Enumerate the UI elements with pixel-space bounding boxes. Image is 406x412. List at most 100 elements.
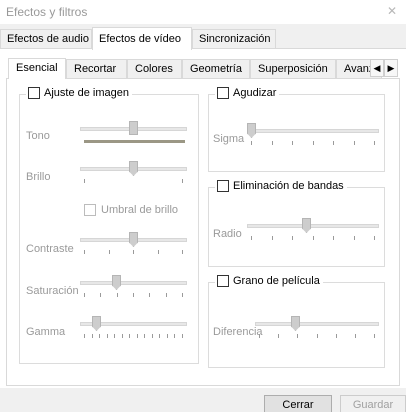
- slider-tick: [182, 179, 183, 183]
- saturation-slider-handle[interactable]: [112, 275, 121, 290]
- slider-tick: [374, 236, 375, 240]
- radius-label: Radio: [213, 228, 242, 240]
- slider-tick: [297, 334, 298, 338]
- slider-tick: [374, 334, 375, 338]
- slider-tick: [313, 236, 314, 240]
- slider-tick: [144, 334, 145, 338]
- effects-window: Efectos y filtros ✕ Efectos de audio Efe…: [0, 0, 406, 412]
- slider-tick: [355, 334, 356, 338]
- slider-tick: [182, 250, 183, 254]
- contrast-label: Contraste: [26, 243, 74, 255]
- gamma-slider[interactable]: [80, 316, 187, 338]
- tab-scroll-left-button[interactable]: ◀: [370, 59, 384, 77]
- slider-tick: [259, 334, 260, 338]
- radius-slider-handle[interactable]: [302, 218, 311, 233]
- tab-overlay[interactable]: Superposición: [250, 59, 336, 78]
- slider-tick: [374, 141, 375, 145]
- tab-synchronization[interactable]: Sincronización: [192, 29, 276, 49]
- title-bar: Efectos y filtros ✕: [0, 0, 406, 24]
- film-grain-group: Grano de película Diferencia: [208, 275, 385, 368]
- debanding-group: Eliminación de bandas Radio: [208, 180, 385, 267]
- slider-tick: [152, 334, 153, 338]
- contrast-slider[interactable]: [80, 232, 187, 254]
- slider-tick: [354, 236, 355, 240]
- gamma-slider-handle[interactable]: [92, 316, 101, 331]
- slider-tick: [107, 334, 108, 338]
- slider-tick: [182, 334, 183, 338]
- slider-tick: [149, 293, 150, 297]
- slider-tick: [137, 334, 138, 338]
- slider-tick: [158, 250, 159, 254]
- hue-slider-handle[interactable]: [129, 121, 138, 135]
- brightness-slider[interactable]: [80, 161, 187, 183]
- save-button[interactable]: Guardar: [340, 395, 406, 412]
- sigma-label: Sigma: [213, 133, 245, 145]
- image-adjust-group: Ajuste de imagen Tono Brillo Umbral de b…: [19, 87, 199, 364]
- tab-colors[interactable]: Colores: [127, 59, 182, 78]
- essential-pane: Ajuste de imagen Tono Brillo Umbral de b…: [6, 78, 400, 386]
- variance-slider-handle[interactable]: [291, 316, 300, 331]
- gamma-label: Gamma: [26, 326, 66, 338]
- slider-tick: [133, 293, 134, 297]
- hue-color-bar: [84, 140, 185, 143]
- brightness-label: Brillo: [26, 171, 51, 183]
- brightness-slider-handle[interactable]: [129, 161, 138, 176]
- chevron-left-icon: ◀: [373, 63, 381, 73]
- film-grain-toggle[interactable]: Grano de película: [215, 275, 323, 287]
- tab-essential[interactable]: Esencial: [8, 58, 66, 79]
- slider-tick: [174, 334, 175, 338]
- radius-slider[interactable]: [247, 218, 379, 240]
- sharpen-checkbox[interactable]: [217, 87, 229, 99]
- image-adjust-toggle[interactable]: Ajuste de imagen: [26, 87, 132, 99]
- debanding-checkbox[interactable]: [217, 180, 229, 192]
- slider-tick: [117, 293, 118, 297]
- slider-tick: [122, 334, 123, 338]
- debanding-toggle[interactable]: Eliminación de bandas: [215, 180, 347, 192]
- close-icon[interactable]: ✕: [386, 5, 398, 17]
- brightness-threshold-toggle[interactable]: Umbral de brillo: [84, 204, 178, 216]
- slider-tick: [336, 334, 337, 338]
- slider-tick: [99, 334, 100, 338]
- slider-tick: [133, 250, 134, 254]
- sub-tabs: Esencial Recortar Colores Geometría Supe…: [0, 58, 406, 79]
- slider-tick: [251, 236, 252, 240]
- window-title: Efectos y filtros: [6, 5, 88, 19]
- slider-tick: [272, 236, 273, 240]
- slider-tick: [317, 334, 318, 338]
- slider-tick: [354, 141, 355, 145]
- slider-tick: [84, 250, 85, 254]
- tab-crop[interactable]: Recortar: [66, 59, 127, 78]
- image-adjust-checkbox[interactable]: [28, 87, 40, 99]
- slider-tick: [166, 293, 167, 297]
- tab-geometry[interactable]: Geometría: [182, 59, 250, 78]
- sigma-slider[interactable]: [247, 123, 379, 145]
- saturation-slider[interactable]: [80, 275, 187, 297]
- slider-tick: [109, 250, 110, 254]
- slider-tick: [278, 334, 279, 338]
- tab-audio-effects[interactable]: Efectos de audio: [0, 29, 92, 49]
- variance-slider[interactable]: [255, 316, 379, 338]
- brightness-threshold-checkbox[interactable]: [84, 204, 96, 216]
- tab-video-effects[interactable]: Efectos de vídeo: [92, 27, 192, 50]
- video-effects-pane: Esencial Recortar Colores Geometría Supe…: [0, 48, 406, 388]
- contrast-slider-handle[interactable]: [129, 232, 138, 247]
- slider-tick: [292, 141, 293, 145]
- chevron-right-icon: ▶: [387, 63, 395, 73]
- slider-tick: [92, 334, 93, 338]
- slider-tick: [167, 334, 168, 338]
- sigma-slider-handle[interactable]: [247, 123, 256, 138]
- film-grain-checkbox[interactable]: [217, 275, 229, 287]
- slider-tick: [129, 334, 130, 338]
- close-button[interactable]: Cerrar: [264, 395, 332, 412]
- slider-tick: [100, 293, 101, 297]
- slider-tick: [84, 293, 85, 297]
- slider-tick: [251, 141, 252, 145]
- tab-scroll-right-button[interactable]: ▶: [384, 59, 398, 77]
- sharpen-group: Agudizar Sigma: [208, 87, 385, 172]
- slider-tick: [313, 141, 314, 145]
- sharpen-toggle[interactable]: Agudizar: [215, 87, 280, 99]
- slider-tick: [159, 334, 160, 338]
- hue-label: Tono: [26, 130, 50, 142]
- slider-tick: [333, 236, 334, 240]
- slider-tick: [84, 334, 85, 338]
